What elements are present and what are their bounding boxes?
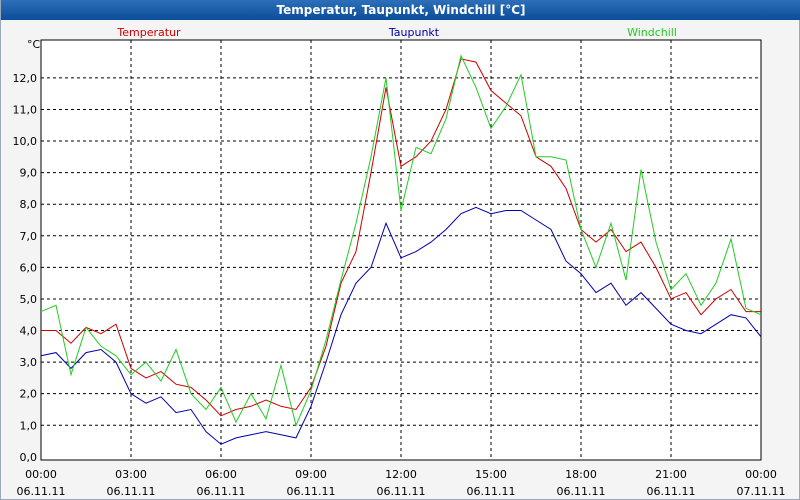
x-tick-time-label: 18:00: [565, 468, 597, 481]
x-tick-time-label: 09:00: [295, 468, 327, 481]
y-tick-label: 7,0: [20, 230, 38, 243]
x-tick-date-label: 07.11.11: [737, 485, 786, 498]
chart-window: Temperatur, Taupunkt, Windchill [°C] 0,0…: [0, 0, 800, 500]
y-tick-label: 11,0: [13, 103, 38, 116]
y-tick-label: 10,0: [13, 135, 38, 148]
x-tick-labels: 00:00 06.11.11 03:00 06.11.11 06:00 06.11.11 0…: [17, 468, 786, 498]
x-tick-date-label: 06.11.11: [467, 485, 516, 498]
x-tick-time-label: 00:00: [745, 468, 777, 481]
legend-entry-temperatur: Temperatur: [116, 26, 181, 39]
x-tick-time-label: 21:00: [655, 468, 687, 481]
legend-entry-taupunkt: Taupunkt: [388, 26, 440, 39]
x-tick-date-label: 06.11.11: [647, 485, 696, 498]
y-tick-label: 8,0: [20, 198, 38, 211]
legend: Temperatur Taupunkt Windchill: [116, 26, 677, 39]
y-tick-label: 4,0: [20, 325, 38, 338]
legend-entry-windchill: Windchill: [627, 26, 677, 39]
x-tick-date-label: 06.11.11: [197, 485, 246, 498]
y-tick-label: 12,0: [13, 72, 38, 85]
x-tick-time-label: 00:00: [25, 468, 57, 481]
x-tick-date-label: 06.11.11: [17, 485, 66, 498]
y-tick-labels: 0,0 1,0 2,0 3,0 4,0 5,0 6,0 7,0 8,0 9,0 10,0 11,0 12…: [13, 72, 38, 464]
x-tick-time-label: 12:00: [385, 468, 417, 481]
y-tick-label: 5,0: [20, 293, 38, 306]
x-tick-date-label: 06.11.11: [377, 485, 426, 498]
y-tick-label: 6,0: [20, 261, 38, 274]
x-tick-time-label: 03:00: [115, 468, 147, 481]
x-tick-date-label: 06.11.11: [107, 485, 156, 498]
y-axis-unit: °C: [27, 38, 41, 51]
x-tick-time-label: 06:00: [205, 468, 237, 481]
x-tick-date-label: 06.11.11: [557, 485, 606, 498]
y-tick-label: 9,0: [20, 167, 38, 180]
line-chart: 0,0 1,0 2,0 3,0 4,0 5,0 6,0 7,0 8,0 9,0 10,0 11,0 12…: [13, 26, 786, 498]
x-tick-time-label: 15:00: [475, 468, 507, 481]
y-tick-label: 3,0: [20, 356, 38, 369]
y-tick-label: 2,0: [20, 388, 38, 401]
x-tick-date-label: 06.11.11: [287, 485, 336, 498]
y-tick-label: 1,0: [20, 419, 38, 432]
y-tick-label: 0,0: [20, 451, 38, 464]
